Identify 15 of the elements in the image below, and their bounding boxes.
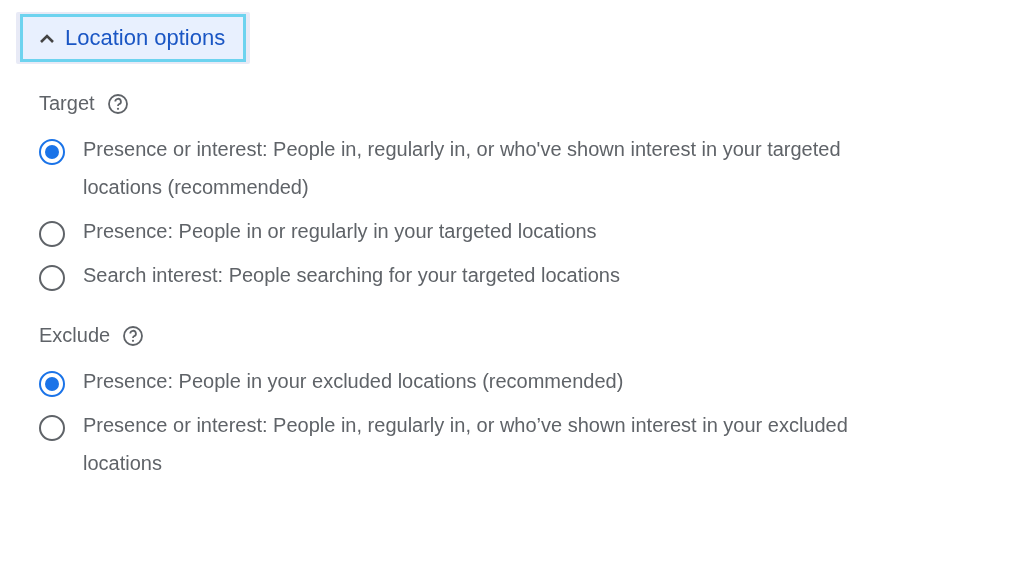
option-label[interactable]: Presence: People in your excluded locations (recommended): [83, 362, 883, 400]
radio-button[interactable]: [39, 415, 65, 441]
option-label[interactable]: Presence or interest: People in, regularly in, or who’ve shown interest in your excluded locations: [83, 406, 883, 482]
location-options-toggle[interactable]: Location options: [20, 14, 247, 62]
radio-button[interactable]: [39, 371, 65, 397]
radio-button[interactable]: [39, 139, 65, 165]
help-icon[interactable]: [122, 324, 145, 347]
option-label[interactable]: Presence or interest: People in, regularly in, or who've shown interest in your targeted locations (recommended): [83, 130, 883, 206]
radio-button[interactable]: [39, 221, 65, 247]
section-title: Exclude: [39, 324, 111, 347]
section-title: Target: [39, 92, 95, 115]
radio-button[interactable]: [39, 265, 65, 291]
option-label[interactable]: Search interest: People searching for your targeted locations: [83, 256, 883, 294]
option-label[interactable]: Presence: People in or regularly in your targeted locations: [83, 212, 883, 250]
help-icon[interactable]: [106, 92, 129, 115]
